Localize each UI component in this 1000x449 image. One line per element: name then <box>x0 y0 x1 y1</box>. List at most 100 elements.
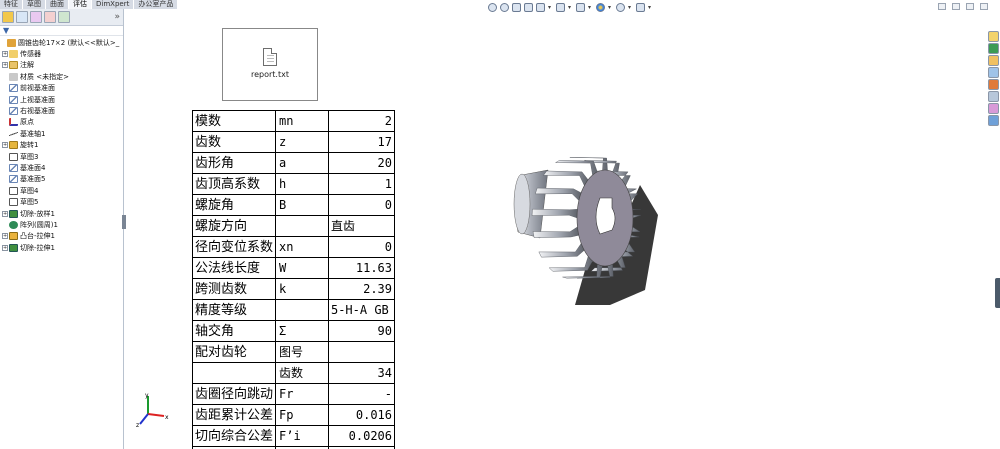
material-icon <box>9 72 18 81</box>
axis-icon <box>9 129 18 138</box>
tree-item[interactable]: 原点 <box>0 117 123 128</box>
edit-appearance-icon[interactable] <box>596 3 605 12</box>
expand-icon[interactable]: + <box>2 51 8 58</box>
tree-item[interactable]: 草图4 <box>0 185 123 196</box>
tab-sketch[interactable]: 草图 <box>23 0 46 9</box>
file-icon-window[interactable]: report.txt <box>222 28 318 101</box>
expand-icon[interactable]: + <box>2 62 8 69</box>
part-icon <box>7 38 16 47</box>
tab-dimxpert[interactable]: DimXpert <box>92 0 135 9</box>
filter-icon[interactable]: ▼ <box>3 26 9 35</box>
tile-icon[interactable] <box>952 3 960 10</box>
feature-manager-icon[interactable] <box>2 11 14 23</box>
table-row: 模数 mn 2 <box>192 110 395 132</box>
toolbox-icon[interactable] <box>987 103 999 114</box>
bevel-gear-model[interactable] <box>500 120 670 320</box>
param-symbol-cell: mn <box>275 110 329 132</box>
minimize-icon[interactable] <box>938 3 946 10</box>
tree-filter[interactable]: ▼ <box>0 26 123 36</box>
tab-evaluate[interactable]: 评估 <box>69 0 92 9</box>
tree-item[interactable]: 材质 <未指定> <box>0 71 123 82</box>
tree-item[interactable]: + 旋转1 <box>0 140 123 151</box>
design-library-icon[interactable] <box>987 43 999 54</box>
panel-splitter-handle[interactable] <box>122 215 126 229</box>
expand-icon[interactable]: + <box>2 244 8 251</box>
param-name-cell: 切向综合公差 <box>192 425 277 447</box>
gear-spec-table-viewport: 模数 mn 2 齿数 z 17 齿形角 a 20 齿顶高系数 h 1 螺旋角 B 0 螺旋方向 直齿 径向变位系数… <box>192 110 395 449</box>
previous-view-icon[interactable] <box>512 3 521 12</box>
forum-icon[interactable] <box>987 115 999 126</box>
tree-item[interactable]: 上视基准面 <box>0 94 123 105</box>
gear-bore-keyway <box>595 197 616 235</box>
tree-item[interactable]: 基准面5 <box>0 174 123 185</box>
tree-item[interactable]: + 传感器 <box>0 48 123 59</box>
param-name-cell: 齿圈径向跳动 <box>192 383 277 405</box>
text-file-icon[interactable] <box>263 48 277 66</box>
close-icon[interactable] <box>980 3 988 10</box>
param-symbol-cell: a <box>275 152 329 174</box>
tree-item[interactable]: 右视基准面 <box>0 105 123 116</box>
tree-item[interactable]: + 注解 <box>0 60 123 71</box>
display-style-icon[interactable] <box>556 3 565 12</box>
hide-show-items-icon[interactable] <box>576 3 585 12</box>
tree-item-label: 原点 <box>20 118 34 127</box>
expand-icon[interactable]: + <box>2 233 8 240</box>
param-symbol-cell: 齿数 <box>275 362 329 384</box>
tab-office-products[interactable]: 办公室产品 <box>134 0 179 9</box>
panel-expand-icon[interactable]: » <box>114 12 120 22</box>
display-manager-icon[interactable] <box>58 11 70 23</box>
chevron-down-icon[interactable]: ▾ <box>628 3 633 12</box>
heads-up-view-toolbar: ▾ ▾ ▾ ▾ ▾ ▾ <box>488 2 653 13</box>
param-name-cell: 螺旋角 <box>192 194 277 216</box>
param-symbol-cell: xn <box>275 236 329 258</box>
tree-item-label: 前视基准面 <box>20 84 55 93</box>
chevron-down-icon[interactable]: ▾ <box>608 3 613 12</box>
tab-features[interactable]: 特征 <box>0 0 23 9</box>
configuration-manager-icon[interactable] <box>30 11 42 23</box>
view-settings-icon[interactable] <box>636 3 645 12</box>
chevron-down-icon[interactable]: ▾ <box>568 3 573 12</box>
table-row: 径向变位系数 xn 0 <box>192 236 395 258</box>
dimxpert-manager-icon[interactable] <box>44 11 56 23</box>
expand-icon[interactable]: + <box>2 142 8 149</box>
table-row: 齿数 z 17 <box>192 131 395 153</box>
param-value-cell: 2.39 <box>327 278 395 300</box>
expand-icon[interactable]: + <box>2 210 8 217</box>
param-name-cell: 公法线长度 <box>192 257 277 279</box>
tree-item[interactable]: 圆锥齿轮17×2 (默认<<默认>_ <box>0 37 123 48</box>
tree-item[interactable]: 基准轴1 <box>0 128 123 139</box>
tree-item[interactable]: + 凸台-拉伸1 <box>0 231 123 242</box>
solidworks-resources-icon[interactable] <box>987 31 999 42</box>
custom-properties-icon[interactable] <box>987 91 999 102</box>
tab-surfaces[interactable]: 曲面 <box>46 0 69 9</box>
tree-item[interactable]: 阵列(圆周)1 <box>0 219 123 230</box>
param-name-cell: 齿顶高系数 <box>192 173 277 195</box>
restore-icon[interactable] <box>966 3 974 10</box>
folder-icon <box>9 50 18 59</box>
tree-item[interactable]: 草图5 <box>0 196 123 207</box>
zoom-to-fit-icon[interactable] <box>488 3 497 12</box>
param-name-cell: 跨测齿数 <box>192 278 277 300</box>
tree-item[interactable]: + 切除-放样1 <box>0 208 123 219</box>
zoom-to-area-icon[interactable] <box>500 3 509 12</box>
section-view-icon[interactable] <box>524 3 533 12</box>
tree-item[interactable]: 前视基准面 <box>0 83 123 94</box>
view-orientation-icon[interactable] <box>536 3 545 12</box>
file-explorer-icon[interactable] <box>987 55 999 66</box>
view-palette-icon[interactable] <box>987 67 999 78</box>
tree-item[interactable]: + 切除-拉伸1 <box>0 242 123 253</box>
sketch-icon <box>9 152 18 161</box>
tree-item-label: 基准轴1 <box>20 129 46 138</box>
tree-item-label: 切除-放样1 <box>20 209 55 218</box>
tree-item[interactable]: 草图3 <box>0 151 123 162</box>
chevron-down-icon[interactable]: ▾ <box>548 3 553 12</box>
table-row: 齿形角 a 20 <box>192 152 395 174</box>
chevron-down-icon[interactable]: ▾ <box>588 3 593 12</box>
param-value-cell: - <box>327 383 395 405</box>
property-manager-icon[interactable] <box>16 11 28 23</box>
apply-scene-icon[interactable] <box>616 3 625 12</box>
task-pane-handle[interactable] <box>995 278 1000 308</box>
tree-item[interactable]: 基准面4 <box>0 162 123 173</box>
appearances-icon[interactable] <box>987 79 999 90</box>
chevron-down-icon[interactable]: ▾ <box>648 3 653 12</box>
